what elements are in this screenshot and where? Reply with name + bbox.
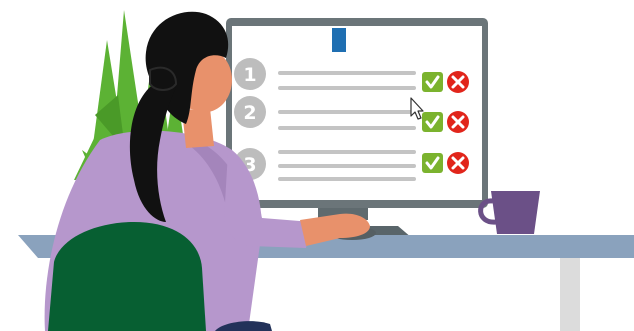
answer-line: [278, 164, 416, 168]
answer-line: [278, 86, 416, 90]
mug-icon: [478, 191, 540, 234]
check-icon[interactable]: [422, 153, 443, 173]
x-icon[interactable]: [447, 152, 469, 174]
question-number-label: 1: [243, 64, 256, 86]
x-icon[interactable]: [447, 111, 469, 133]
answer-line: [278, 177, 416, 181]
answer-line: [278, 110, 416, 114]
x-icon[interactable]: [447, 71, 469, 93]
question-number-label: 2: [243, 102, 256, 124]
answer-line: [278, 126, 416, 130]
screen-accent-tab: [332, 28, 346, 52]
answer-line: [278, 71, 416, 75]
check-icon[interactable]: [422, 72, 443, 92]
check-icon[interactable]: [422, 112, 443, 132]
illustration-scene: 1 2 3: [18, 10, 634, 331]
answer-line: [278, 150, 416, 154]
desk-leg: [560, 258, 580, 331]
